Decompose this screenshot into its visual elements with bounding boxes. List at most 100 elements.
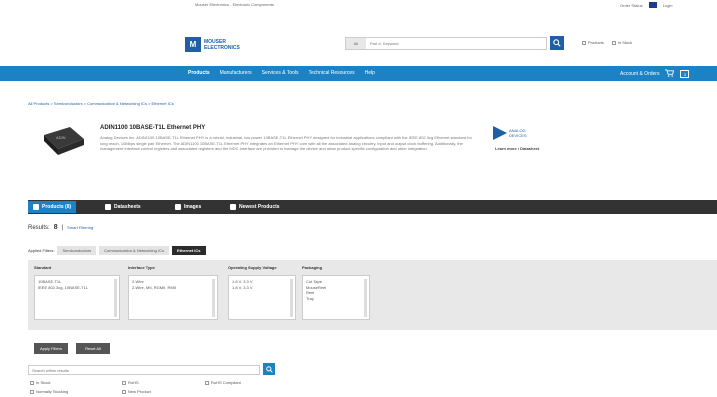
logo-text: MOUSER ELECTRONICS bbox=[204, 39, 240, 51]
nav-item-resources[interactable]: Technical Resources bbox=[309, 70, 355, 76]
filter-pill[interactable]: Communication & Networking ICs bbox=[99, 246, 169, 255]
login-link[interactable]: Login bbox=[663, 3, 673, 8]
search-category-select[interactable]: All bbox=[346, 38, 366, 49]
filter-list-interface[interactable]: 2-Wire 2-Wire, MII, RGMII, RMII bbox=[128, 275, 218, 320]
checkbox-icon bbox=[30, 380, 34, 385]
top-utility-text: Mouser Electronics - Electronic Componen… bbox=[195, 2, 274, 7]
nav-item-services[interactable]: Services & Tools bbox=[262, 70, 299, 76]
product-image: ADIN bbox=[40, 125, 86, 159]
tab-products[interactable]: Products (8) bbox=[28, 201, 77, 213]
applied-filters-label: Applied Filters: bbox=[28, 248, 55, 253]
checkbox-icon bbox=[205, 380, 209, 385]
search-bar: All bbox=[345, 37, 547, 50]
part-search-button[interactable] bbox=[263, 363, 275, 375]
filter-header-standard: Standard bbox=[34, 265, 52, 270]
site-logo[interactable]: M MOUSER ELECTRONICS bbox=[185, 36, 253, 53]
order-status-link[interactable]: Order Status bbox=[620, 3, 643, 8]
star-icon bbox=[230, 204, 236, 210]
nav-item-help[interactable]: Help bbox=[365, 70, 375, 76]
filter-pill-active[interactable]: Ethernet ICs bbox=[171, 246, 206, 255]
cart-count[interactable]: 0 bbox=[680, 70, 690, 78]
filter-list-standard[interactable]: 10BASE-T1L IEEE 802.3cg, 10BASE-T1L bbox=[34, 275, 120, 320]
image-icon bbox=[175, 204, 181, 210]
filter-option[interactable]: IEEE 802.3cg, 10BASE-T1L bbox=[38, 285, 116, 291]
option-normally-stocking[interactable]: Normally Stocking bbox=[30, 389, 68, 394]
part-search-input[interactable] bbox=[28, 365, 260, 375]
checkbox-icon bbox=[122, 389, 126, 394]
checkbox-icon bbox=[122, 380, 126, 385]
option-new-product-label: New Product bbox=[128, 389, 151, 394]
option-rohs-label: RoHS bbox=[128, 380, 139, 385]
checkbox-icon bbox=[30, 389, 34, 394]
results-summary: Results: 8 | Smart Filtering bbox=[28, 224, 93, 231]
search-input[interactable] bbox=[366, 38, 546, 49]
option-stock-label: In Stock bbox=[617, 40, 633, 45]
results-divider: | bbox=[61, 224, 64, 231]
filter-pill[interactable]: Semiconductors bbox=[57, 246, 97, 255]
filter-option[interactable]: Tray bbox=[306, 296, 366, 302]
flag-icon[interactable] bbox=[648, 2, 657, 8]
tab-images-label: Images bbox=[184, 204, 202, 210]
top-right-links: Order Status Login bbox=[620, 2, 672, 8]
search-icon bbox=[553, 39, 561, 47]
product-title: ADIN1100 10BASE-T1L Ethernet PHY bbox=[100, 125, 206, 131]
nav-items: Products Manufacturers Services & Tools … bbox=[188, 70, 375, 76]
option-stock[interactable]: In Stock bbox=[611, 40, 633, 45]
scrollbar[interactable] bbox=[290, 279, 293, 317]
nav-item-products[interactable]: Products bbox=[188, 70, 210, 76]
reset-filters-button[interactable]: Reset All bbox=[76, 343, 110, 354]
tab-images[interactable]: Images bbox=[170, 201, 206, 213]
filter-option[interactable]: 1.8 V, 3.3 V bbox=[232, 285, 292, 291]
product-description: Analog Devices Inc. ADIN1100 10BASE-T1L … bbox=[100, 135, 472, 151]
filter-list-packaging[interactable]: Cut Tape MouseReel Reel Tray bbox=[302, 275, 370, 320]
document-icon bbox=[105, 204, 111, 210]
tab-newest[interactable]: Newest Products bbox=[225, 201, 285, 213]
analog-devices-logo-icon bbox=[493, 126, 507, 140]
tab-newest-label: Newest Products bbox=[239, 204, 280, 210]
scrollbar[interactable] bbox=[212, 279, 215, 317]
manufacturer-logo[interactable]: ANALOG DEVICES bbox=[493, 124, 539, 142]
scrollbar[interactable] bbox=[114, 279, 117, 317]
manufacturer-link[interactable]: Learn more / Datasheet bbox=[495, 146, 539, 151]
results-label: Results: bbox=[28, 224, 50, 231]
filter-list-voltage[interactable]: 1.8 V, 3.3 V 1.8 V, 3.3 V bbox=[228, 275, 296, 320]
filter-header-interface: Interface Type bbox=[128, 265, 155, 270]
filter-option[interactable]: 2-Wire, MII, RGMII, RMII bbox=[132, 285, 214, 291]
option-products[interactable]: Products bbox=[582, 40, 604, 45]
option-in-stock-label: In Stock bbox=[36, 380, 51, 385]
manufacturer-name: ANALOG DEVICES bbox=[509, 128, 527, 138]
cart-icon[interactable] bbox=[665, 69, 675, 79]
svg-text:ADIN: ADIN bbox=[56, 135, 66, 140]
logo-mark-icon: M bbox=[185, 37, 201, 52]
logo-text-line2: ELECTRONICS bbox=[204, 44, 240, 51]
applied-filters: Applied Filters: Semiconductors Communic… bbox=[28, 246, 206, 255]
filter-header-packaging: Packaging bbox=[302, 265, 323, 270]
option-new-product[interactable]: New Product bbox=[122, 389, 151, 394]
option-in-stock[interactable]: In Stock bbox=[30, 380, 50, 385]
option-rohs[interactable]: RoHS bbox=[122, 380, 139, 385]
tab-products-label: Products (8) bbox=[42, 204, 72, 210]
chip-icon: ADIN bbox=[44, 127, 84, 155]
checkbox-icon bbox=[582, 40, 586, 45]
grid-icon bbox=[33, 204, 39, 210]
tab-datasheets-label: Datasheets bbox=[114, 204, 141, 210]
checkbox-icon bbox=[611, 40, 616, 45]
nav-right: Account & Orders 0 bbox=[620, 69, 690, 79]
option-rohs-compliant[interactable]: RoHS Compliant bbox=[205, 380, 241, 385]
scrollbar[interactable] bbox=[364, 279, 367, 317]
account-menu[interactable]: Account & Orders bbox=[620, 71, 659, 77]
tab-datasheets[interactable]: Datasheets bbox=[100, 201, 146, 213]
option-normally-stocking-label: Normally Stocking bbox=[36, 389, 69, 394]
search-options: Products In Stock bbox=[582, 40, 632, 45]
nav-item-manufacturers[interactable]: Manufacturers bbox=[220, 70, 252, 76]
manufacturer-name-line2: DEVICES bbox=[509, 133, 527, 138]
search-button[interactable] bbox=[550, 36, 564, 50]
results-count: 8 bbox=[53, 224, 58, 231]
breadcrumb[interactable]: All Products > Semiconductors > Communic… bbox=[28, 101, 174, 106]
filter-header-voltage: Operating Supply Voltage bbox=[228, 265, 277, 270]
search-icon bbox=[265, 365, 273, 373]
smart-filtering-link[interactable]: Smart Filtering bbox=[67, 225, 93, 230]
option-rohs-compliant-label: RoHS Compliant bbox=[211, 380, 241, 385]
apply-filters-button[interactable]: Apply Filters bbox=[34, 343, 68, 354]
option-products-label: Products bbox=[588, 40, 604, 45]
